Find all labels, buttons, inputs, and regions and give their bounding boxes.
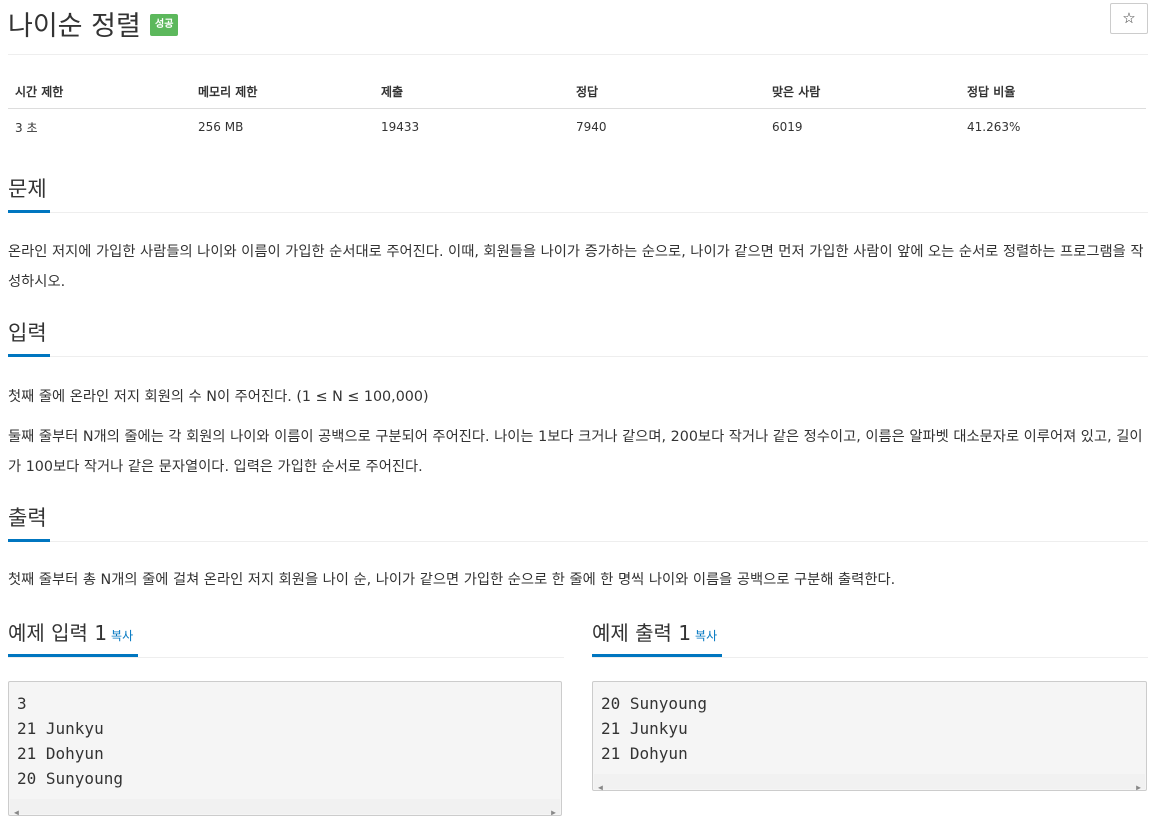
header-time-limit: 시간 제한 [8, 74, 191, 109]
table-header-row: 시간 제한 메모리 제한 제출 정답 맞은 사람 정답 비율 [8, 74, 1146, 109]
sample-input-scrollbar[interactable]: ◀ ▶ [10, 799, 560, 817]
scroll-left-icon[interactable]: ◀ [598, 775, 603, 800]
sample-output-scrollbar[interactable]: ◀ ▶ [594, 774, 1145, 792]
value-solved-users: 6019 [772, 120, 803, 134]
sample-output-heading: 예제 출력 1 복사 [592, 619, 723, 657]
status-badge: 성공 [150, 14, 179, 36]
problem-info-table: 시간 제한 메모리 제한 제출 정답 맞은 사람 정답 비율 3 초 256 M… [8, 74, 1146, 145]
header-accepted: 정답 [569, 74, 765, 109]
description-text: 온라인 저지에 가입한 사람들의 나이와 이름이 가입한 순서대로 주어진다. … [8, 244, 1144, 290]
sample-output-head: 예제 출력 1 복사 [592, 619, 1148, 658]
page-title: 나이순 정렬 [8, 11, 141, 42]
input-heading: 입력 [8, 320, 50, 357]
scroll-right-icon[interactable]: ▶ [1136, 775, 1141, 800]
value-memory-limit: 256 MB [198, 120, 244, 134]
copy-sample-output-button[interactable]: 복사 [695, 629, 717, 643]
value-accept-ratio: 41.263% [967, 120, 1021, 134]
input-section-head: 입력 [8, 320, 1148, 357]
sample-input-column: 예제 입력 1 복사 [8, 619, 564, 658]
sample-output-content: 20 Sunyoung 21 Junkyu 21 Dohyun [601, 694, 707, 763]
value-time-limit: 3 초 [15, 120, 38, 135]
header-solved-users: 맞은 사람 [765, 74, 960, 109]
sample-input-title: 예제 입력 1 [8, 621, 108, 645]
title-row: 나이순 정렬 성공 ☆ [8, 2, 1148, 55]
star-icon: ☆ [1122, 9, 1136, 27]
sample-input-box[interactable]: 3 21 Junkyu 21 Dohyun 20 Sunyoung ◀ ▶ [8, 681, 562, 817]
header-memory-limit: 메모리 제한 [191, 74, 374, 109]
output-heading: 출력 [8, 505, 50, 542]
sample-output-title: 예제 출력 1 [592, 621, 692, 645]
description-section-head: 문제 [8, 176, 1148, 213]
output-text: 첫째 줄부터 총 N개의 줄에 걸쳐 온라인 저지 회원을 나이 순, 나이가 … [8, 572, 896, 588]
scroll-right-icon[interactable]: ▶ [551, 800, 556, 825]
sample-output-column: 예제 출력 1 복사 [592, 619, 1148, 658]
input-text-line2: 둘째 줄부터 N개의 줄에는 각 회원의 나이와 이름이 공백으로 구분되어 주… [8, 429, 1143, 475]
header-accept-ratio: 정답 비율 [960, 74, 1146, 109]
sample-input-heading: 예제 입력 1 복사 [8, 619, 139, 657]
header-submissions: 제출 [374, 74, 569, 109]
sample-output-box[interactable]: 20 Sunyoung 21 Junkyu 21 Dohyun ◀ ▶ [592, 681, 1147, 792]
copy-sample-input-button[interactable]: 복사 [111, 629, 133, 643]
star-button[interactable]: ☆ [1110, 3, 1148, 34]
output-section-head: 출력 [8, 505, 1148, 542]
value-submissions[interactable]: 19433 [374, 109, 569, 146]
sample-input-content: 3 21 Junkyu 21 Dohyun 20 Sunyoung [17, 694, 123, 788]
scroll-left-icon[interactable]: ◀ [14, 800, 19, 825]
input-text-line1: 첫째 줄에 온라인 저지 회원의 수 N이 주어진다. (1 ≤ N ≤ 100… [8, 389, 429, 405]
description-heading: 문제 [8, 176, 50, 213]
sample-input-head: 예제 입력 1 복사 [8, 619, 564, 658]
value-accepted: 7940 [576, 120, 607, 134]
table-row: 3 초 256 MB 19433 7940 6019 41.263% [8, 109, 1146, 146]
